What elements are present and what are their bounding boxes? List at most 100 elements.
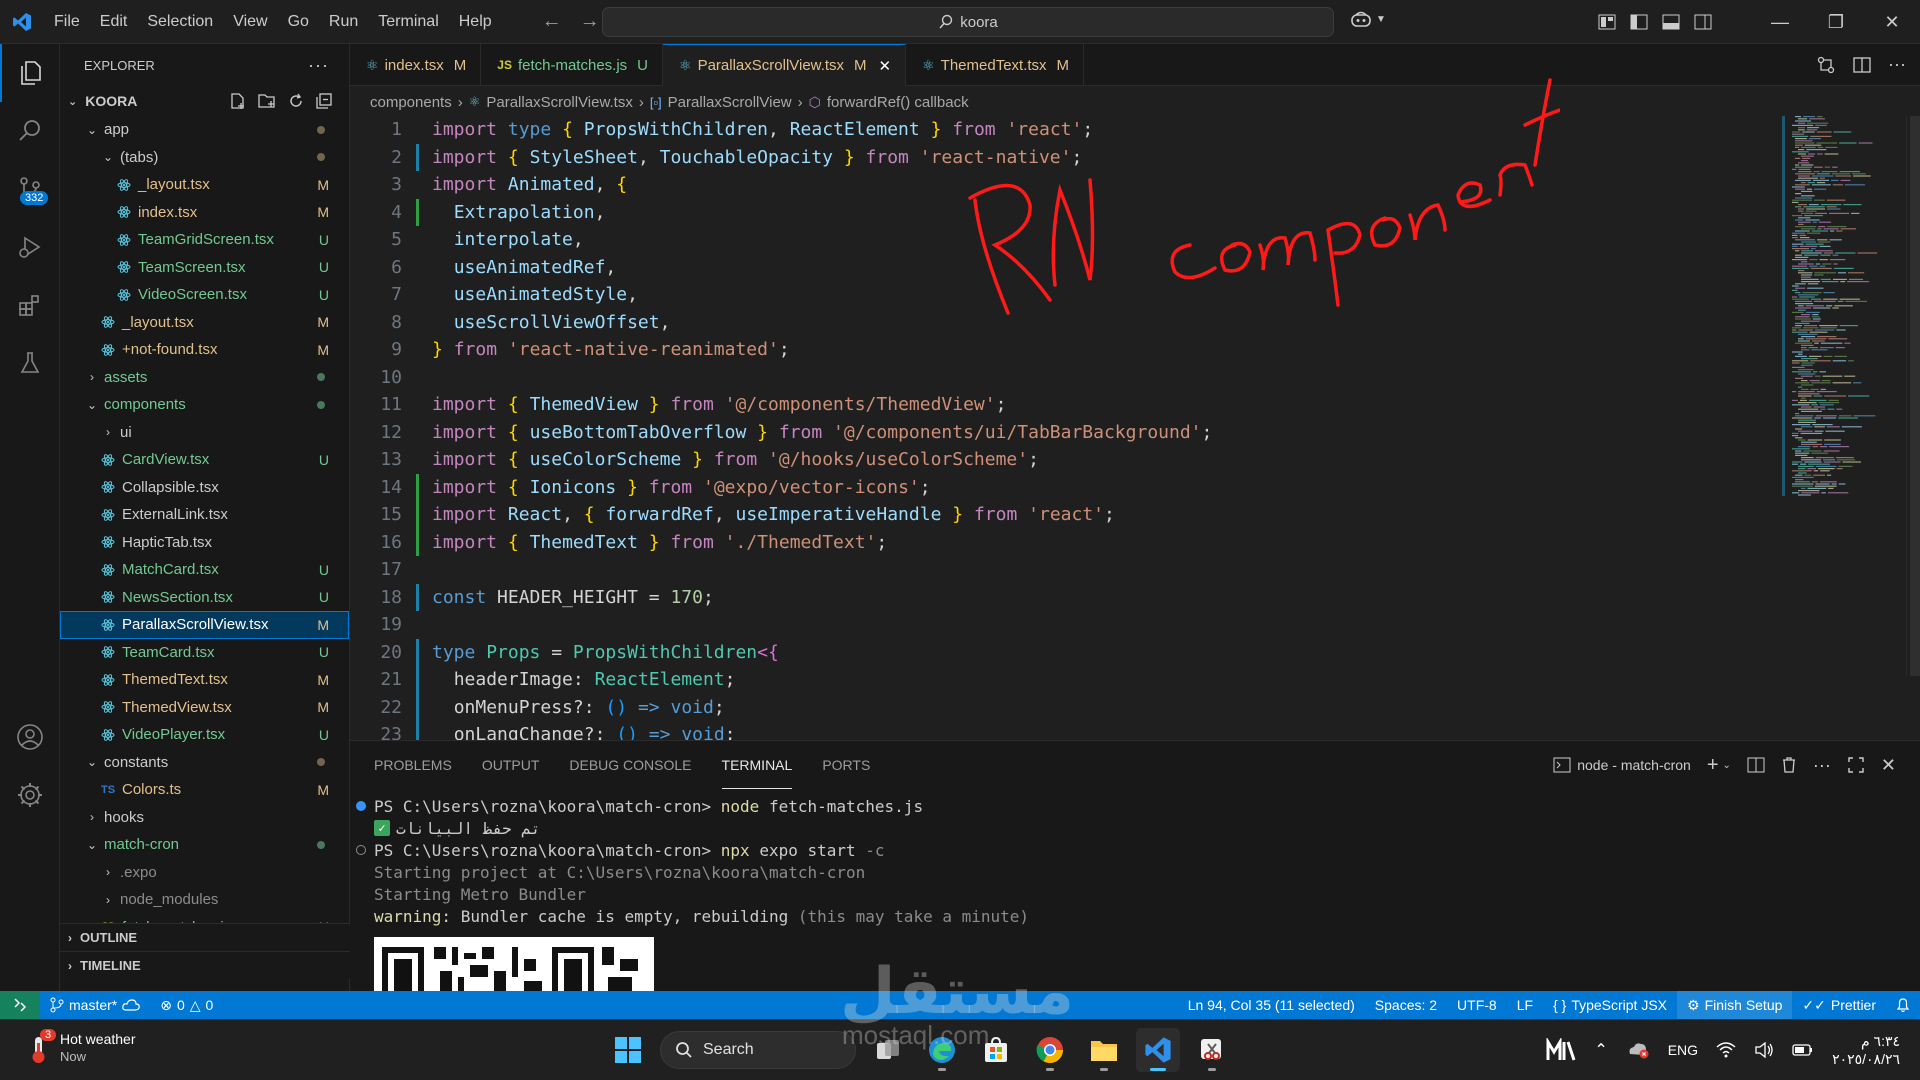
battery-icon[interactable] <box>1792 1043 1814 1057</box>
vscode-taskbar-button[interactable] <box>1136 1028 1180 1072</box>
input-language[interactable]: ENG <box>1668 1042 1698 1058</box>
tree-file[interactable]: Collapsible.tsx <box>60 474 349 502</box>
clock[interactable]: ٦:٣٤ م ٢٠٢٥/٠٨/٢٦ <box>1832 1032 1900 1068</box>
tree-folder[interactable]: › hooks <box>60 804 349 832</box>
finish-setup[interactable]: ⚙ Finish Setup <box>1677 991 1793 1019</box>
tree-file[interactable]: HapticTab.tsx <box>60 529 349 557</box>
problems-indicator[interactable]: ⊗ 0 △ 0 <box>150 991 223 1019</box>
tree-file[interactable]: VideoScreen.tsx U <box>60 281 349 309</box>
snipping-tool-button[interactable] <box>1190 1028 1234 1072</box>
store-button[interactable] <box>974 1028 1018 1072</box>
code-line[interactable]: 12 import { useBottomTabOverflow } from '… <box>350 419 1770 447</box>
panel-tab-problems[interactable]: PROBLEMS <box>374 741 452 789</box>
indentation[interactable]: Spaces: 2 <box>1365 991 1447 1019</box>
language-mode[interactable]: { } TypeScript JSX <box>1543 991 1677 1019</box>
tree-file[interactable]: ParallaxScrollView.tsx M <box>60 611 349 639</box>
source-control-activity[interactable]: 332 <box>0 160 60 218</box>
menu-terminal[interactable]: Terminal <box>368 0 448 44</box>
menu-selection[interactable]: Selection <box>137 0 223 44</box>
cursor-position[interactable]: Ln 94, Col 35 (11 selected) <box>1178 991 1365 1019</box>
chevron-down-icon[interactable]: ⌄ <box>1723 760 1731 771</box>
tree-file[interactable]: _layout.tsx M <box>60 171 349 199</box>
tree-file[interactable]: ThemedText.tsx M <box>60 666 349 694</box>
editor-tab[interactable]: ⚛ index.tsx M <box>350 44 482 86</box>
split-editor-icon[interactable] <box>1852 56 1872 74</box>
tree-folder[interactable]: ⌄ components <box>60 391 349 419</box>
search-activity[interactable] <box>0 102 60 160</box>
code-line[interactable]: 11 import { ThemedView } from '@/componen… <box>350 391 1770 419</box>
manage-activity[interactable] <box>0 766 60 824</box>
minimize-button[interactable]: — <box>1752 0 1808 44</box>
editor-scrollbar[interactable] <box>1906 116 1920 676</box>
chevron-up-icon[interactable]: ⌃ <box>1594 1040 1607 1060</box>
split-terminal-icon[interactable] <box>1747 757 1765 773</box>
code-line[interactable]: 14 import { Ionicons } from '@expo/vector… <box>350 473 1770 502</box>
customize-layout-icon[interactable] <box>1598 14 1616 30</box>
code-line[interactable]: 17 <box>350 556 1770 584</box>
menu-file[interactable]: File <box>44 0 90 44</box>
panel-tab-ports[interactable]: PORTS <box>822 741 870 789</box>
more-actions-icon[interactable]: ··· <box>308 55 329 76</box>
code-line[interactable]: 9} from 'react-native-reanimated'; <box>350 336 1770 364</box>
minimap[interactable] <box>1782 116 1910 506</box>
command-center-search[interactable]: koora <box>602 7 1334 37</box>
code-line[interactable]: 7 useAnimatedStyle, <box>350 281 1770 309</box>
code-line[interactable]: 22 onMenuPress?: () => void; <box>350 693 1770 722</box>
extensions-activity[interactable] <box>0 276 60 334</box>
code-line[interactable]: 20 type Props = PropsWithChildren<{ <box>350 638 1770 667</box>
taskbar-search[interactable]: Search <box>660 1031 856 1069</box>
code-line[interactable]: 15 import React, { forwardRef, useImperat… <box>350 501 1770 529</box>
forward-arrow-icon[interactable]: → <box>580 10 600 33</box>
code-line[interactable]: 2 import { StyleSheet, TouchableOpacity }… <box>350 143 1770 172</box>
accounts-activity[interactable] <box>0 708 60 766</box>
code-line[interactable]: 4 Extrapolation, <box>350 198 1770 227</box>
breadcrumb-callback[interactable]: forwardRef() callback <box>827 94 969 111</box>
toggle-primary-sidebar-icon[interactable] <box>1630 14 1648 30</box>
tree-file[interactable]: ExternalLink.tsx <box>60 501 349 529</box>
workspace-section-header[interactable]: ⌄ KOORA <box>60 86 349 116</box>
branch-indicator[interactable]: master* <box>40 991 150 1019</box>
copilot-button[interactable]: ▼ <box>1350 10 1386 28</box>
tree-file[interactable]: TS Colors.ts M <box>60 776 349 804</box>
code-line[interactable]: 6 useAnimatedRef, <box>350 254 1770 282</box>
tree-folder[interactable]: ⌄ match-cron <box>60 831 349 859</box>
tree-folder[interactable]: ⌄ app <box>60 116 349 144</box>
tree-file[interactable]: +not-found.tsx M <box>60 336 349 364</box>
close-panel-icon[interactable]: ✕ <box>1881 755 1896 776</box>
start-button[interactable] <box>606 1028 650 1072</box>
code-line[interactable]: 16 import { ThemedText } from './ThemedTe… <box>350 528 1770 557</box>
refresh-icon[interactable] <box>287 92 305 110</box>
network-status-icon[interactable] <box>1626 1040 1650 1060</box>
code-line[interactable]: 18 const HEADER_HEIGHT = 170; <box>350 583 1770 612</box>
tree-file[interactable]: TeamScreen.tsx U <box>60 254 349 282</box>
tree-file[interactable]: ThemedView.tsx M <box>60 694 349 722</box>
code-editor[interactable]: 1 import type { PropsWithChildren, ReactE… <box>350 116 1770 740</box>
code-line[interactable]: 23 onLangChange?: () => void; <box>350 721 1770 740</box>
tree-file[interactable]: NewsSection.tsx U <box>60 584 349 612</box>
panel-tab-terminal[interactable]: TERMINAL <box>721 741 793 789</box>
code-line[interactable]: 8 useScrollViewOffset, <box>350 309 1770 337</box>
toggle-panel-icon[interactable] <box>1662 14 1680 30</box>
maximize-panel-icon[interactable] <box>1847 756 1865 774</box>
timeline-section-header[interactable]: › TIMELINE <box>60 951 350 979</box>
code-line[interactable]: 5 interpolate, <box>350 226 1770 254</box>
code-line[interactable]: 3 import Animated, { <box>350 171 1770 199</box>
tree-file[interactable]: VideoPlayer.tsx U <box>60 721 349 749</box>
menu-help[interactable]: Help <box>449 0 502 44</box>
compare-changes-icon[interactable] <box>1816 55 1836 75</box>
tree-folder[interactable]: ⌄ constants <box>60 749 349 777</box>
menu-go[interactable]: Go <box>278 0 319 44</box>
notifications[interactable] <box>1886 991 1920 1019</box>
tree-file[interactable]: MatchCard.tsx U <box>60 556 349 584</box>
menu-run[interactable]: Run <box>319 0 368 44</box>
editor-tab[interactable]: ⚛ ThemedText.tsx M <box>906 44 1085 86</box>
toggle-secondary-sidebar-icon[interactable] <box>1694 14 1712 30</box>
app-tray-icon[interactable] <box>1546 1038 1576 1062</box>
more-actions-icon[interactable]: ··· <box>1813 755 1831 776</box>
terminal-output[interactable]: PS C:\Users\rozna\koora\match-cron> node… <box>350 795 1920 927</box>
task-view-button[interactable] <box>866 1028 910 1072</box>
tree-folder[interactable]: ⌄ (tabs) <box>60 144 349 172</box>
edge-button[interactable] <box>920 1028 964 1072</box>
new-file-icon[interactable] <box>229 92 247 110</box>
menu-edit[interactable]: Edit <box>90 0 138 44</box>
